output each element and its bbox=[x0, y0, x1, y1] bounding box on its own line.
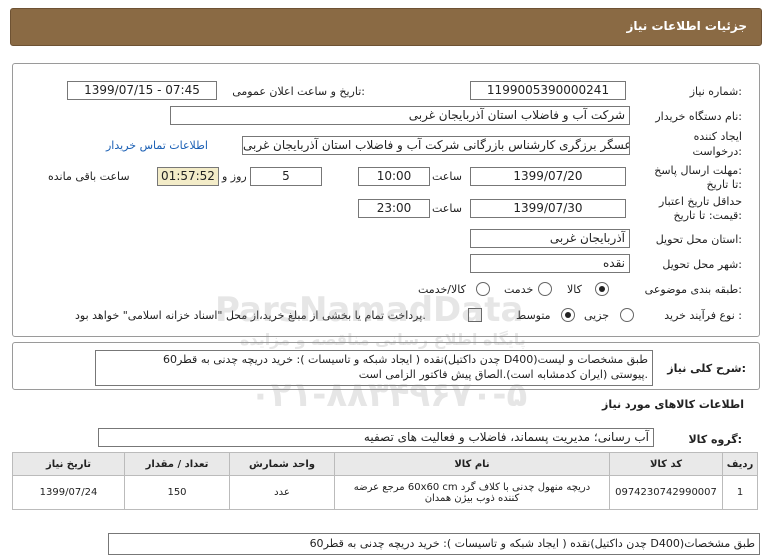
city-label: شهر محل تحویل: bbox=[662, 258, 742, 271]
bottom-description-text: نقده ( ایجاد شبکه و تاسیسات ): خرید دریچ… bbox=[309, 537, 755, 550]
col-qty-header: تعداد / مقدار bbox=[124, 452, 230, 476]
description-label: شرح کلی نیاز: bbox=[667, 362, 746, 375]
need-number-field: 1199005390000241 bbox=[470, 81, 626, 100]
col-date-header: تاریخ نیاز bbox=[12, 452, 125, 476]
process-partial-radio[interactable] bbox=[620, 308, 634, 322]
col-name-header: نام کالا bbox=[334, 452, 610, 476]
validity-label-1: حداقل تاریخ اعتبار bbox=[658, 195, 742, 208]
cell-unit: عدد bbox=[229, 475, 335, 510]
category-service-label: خدمت bbox=[504, 283, 534, 296]
process-medium-radio[interactable] bbox=[561, 308, 575, 322]
category-goods-service-label: کالا/خدمت bbox=[418, 283, 466, 296]
col-row-header: ردیف bbox=[722, 452, 758, 476]
province-label: استان محل تحویل: bbox=[655, 233, 742, 246]
reply-date-field: 1399/07/20 bbox=[470, 167, 626, 186]
process-medium-label: متوسط bbox=[516, 309, 551, 322]
process-partial-label: جزیی bbox=[584, 309, 610, 322]
treasury-payment-checkbox[interactable] bbox=[468, 308, 482, 322]
description-line-2: پیوستی (ایران کدمشابه است).الصاق پیش فاک… bbox=[358, 368, 648, 381]
creator-field: عسگر برزگری کارشناس بازرگانی شرکت آب و ف… bbox=[242, 136, 630, 155]
cell-code: 0974230742990007 bbox=[609, 475, 723, 510]
cell-name: دریچه منهول چدنی با کلاف گرد 60x60 cm مر… bbox=[334, 475, 610, 510]
category-goods-service-radio[interactable] bbox=[476, 282, 490, 296]
creator-label-1: ایجاد کننده bbox=[693, 130, 742, 143]
category-goods-label: کالا bbox=[567, 283, 582, 296]
city-field: نقده bbox=[470, 254, 630, 273]
description-line-1: نقده ( ایجاد شبکه و تاسیسات ): خرید دریچ… bbox=[162, 353, 648, 366]
reply-deadline-label-2: تا تاریخ: bbox=[706, 178, 742, 191]
creator-label-2: درخواست: bbox=[692, 145, 743, 158]
reply-time-field: 10:00 bbox=[358, 167, 430, 186]
cell-qty: 150 bbox=[124, 475, 230, 510]
reply-time-label: ساعت bbox=[432, 170, 462, 183]
reply-deadline-label-1: مهلت ارسال پاسخ: bbox=[654, 164, 742, 177]
payment-note: پرداخت تمام یا بخشی از مبلغ خرید،از محل … bbox=[75, 309, 426, 322]
need-number-label: شماره نیاز: bbox=[689, 85, 742, 98]
province-field: آذربایجان غربی bbox=[470, 229, 630, 248]
page-title: جزئیات اطلاعات نیاز bbox=[626, 19, 747, 33]
buyer-field: شرکت آب و فاضلاب استان آذربایجان غربی bbox=[170, 106, 630, 125]
table-header-row: ردیف کد کالا نام کالا واحد شمارش تعداد /… bbox=[12, 452, 758, 476]
goods-section-title: اطلاعات کالاهای مورد نیاز bbox=[602, 398, 744, 411]
remaining-time-field: 01:57:52 bbox=[157, 167, 219, 186]
page-header: جزئیات اطلاعات نیاز bbox=[10, 8, 762, 46]
col-unit-header: واحد شمارش bbox=[229, 452, 335, 476]
announce-label: تاریخ و ساعت اعلان عمومی: bbox=[232, 85, 365, 98]
contact-buyer-link[interactable]: اطلاعات تماس خریدار bbox=[106, 139, 208, 152]
category-label: طبقه بندی موضوعی: bbox=[644, 283, 742, 296]
validity-date-field: 1399/07/30 bbox=[470, 199, 626, 218]
process-label: نوع فرآیند خرید : bbox=[664, 309, 742, 322]
days-field: 5 bbox=[250, 167, 322, 186]
cell-name-line-1: دریچه منهول چدنی با کلاف گرد 60x60 cm مر… bbox=[353, 481, 591, 493]
col-code-header: کد کالا bbox=[609, 452, 723, 476]
bottom-description-box: نقده ( ایجاد شبکه و تاسیسات ): خرید دریچ… bbox=[108, 533, 760, 555]
days-label: روز و bbox=[222, 170, 247, 183]
goods-group-field: آب رسانی؛ مدیریت پسماند، فاضلاب و فعالیت… bbox=[98, 428, 654, 447]
validity-label-2: قیمت: تا تاریخ: bbox=[673, 209, 742, 222]
buyer-label: نام دستگاه خریدار: bbox=[655, 110, 742, 123]
cell-date: 1399/07/24 bbox=[12, 475, 125, 510]
goods-group-label: گروه کالا: bbox=[688, 433, 742, 446]
validity-time-field: 23:00 bbox=[358, 199, 430, 218]
description-textarea: نقده ( ایجاد شبکه و تاسیسات ): خرید دریچ… bbox=[95, 350, 653, 386]
table-row: 1 0974230742990007 دریچه منهول چدنی با ک… bbox=[12, 475, 758, 510]
cell-name-line-2: کننده ذوب بیژن همدان bbox=[424, 492, 520, 504]
category-service-radio[interactable] bbox=[538, 282, 552, 296]
category-goods-radio[interactable] bbox=[595, 282, 609, 296]
announce-field: 1399/07/15 - 07:45 bbox=[67, 81, 217, 100]
goods-table: ردیف کد کالا نام کالا واحد شمارش تعداد /… bbox=[12, 452, 758, 510]
validity-time-label: ساعت bbox=[432, 202, 462, 215]
remaining-label: ساعت باقی مانده bbox=[48, 170, 130, 183]
cell-row: 1 bbox=[722, 475, 758, 510]
